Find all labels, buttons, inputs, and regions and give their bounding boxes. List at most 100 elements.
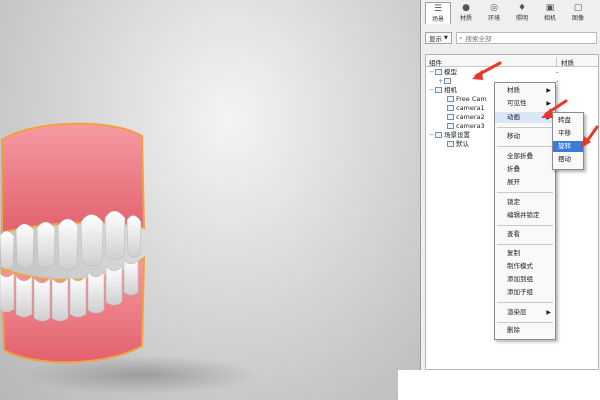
- tab-label: 材质: [459, 15, 472, 22]
- tree-row-default[interactable]: 默认: [447, 140, 469, 149]
- menu-item-label: 查看: [507, 230, 520, 238]
- menu-separator: [497, 127, 553, 128]
- menu-item-make-mode[interactable]: 制作模式: [495, 261, 555, 272]
- menu-item-label: 复制: [507, 249, 520, 257]
- menu-item-label: 渲染层: [507, 308, 527, 316]
- bulb-icon: ♦: [517, 3, 527, 13]
- material-value: -: [556, 77, 559, 85]
- tree-row-label: 相机: [444, 86, 457, 94]
- menu-item-label: 折叠: [507, 165, 520, 173]
- tree-row-scene-settings[interactable]: − 场景设置: [429, 131, 470, 140]
- column-header-name: 组件: [429, 59, 442, 67]
- tree-row-label: camera2: [456, 113, 485, 121]
- tab-scene[interactable]: ☰ 场景: [425, 2, 451, 24]
- menu-item-label: 编辑并锁定: [507, 211, 540, 219]
- tab-label: 场景: [431, 16, 444, 23]
- menu-item-collapse[interactable]: 折叠: [495, 164, 555, 175]
- tab-camera[interactable]: ▣ 相机: [537, 2, 563, 24]
- submenu-item-label: 平移: [558, 129, 571, 137]
- tree-row-camera3[interactable]: camera3: [447, 122, 485, 131]
- search-icon: ⌕: [458, 33, 463, 42]
- dental-model-image: [0, 122, 146, 364]
- menu-item-render-layer[interactable]: 渲染层 ▶: [495, 307, 555, 318]
- tree-row-cameras[interactable]: − 相机: [429, 86, 457, 95]
- menu-item-label: 删除: [507, 326, 520, 334]
- list-icon: ☰: [433, 4, 443, 14]
- menu-item-label: 动画: [507, 113, 520, 121]
- chevron-right-icon: ▶: [546, 87, 551, 94]
- menu-item-edit-lock[interactable]: 编辑并锁定: [495, 210, 555, 221]
- menu-item-label: 全部折叠: [507, 152, 533, 160]
- menu-separator: [497, 192, 553, 193]
- tree-row-label: camera3: [456, 122, 485, 130]
- tree-row-label: 默认: [456, 140, 469, 148]
- column-header-material: 材质: [556, 57, 574, 67]
- menu-item-lock[interactable]: 锁定: [495, 197, 555, 208]
- menu-item-add-subgroup[interactable]: 添加子组: [495, 287, 555, 298]
- menu-item-expand[interactable]: 展开: [495, 177, 555, 188]
- tree-row-camera2[interactable]: camera2: [447, 113, 485, 122]
- panel-tabs: ☰ 场景 ● 材质 ◎ 环境 ♦ 照明 ▣ 相机 ▢ 图像: [425, 2, 593, 24]
- menu-item-label: 锁定: [507, 198, 520, 206]
- tab-label: 图像: [571, 15, 584, 22]
- tab-label: 照明: [515, 15, 528, 22]
- tree-header: 组件 材质: [426, 55, 598, 67]
- menu-item-label: 移动: [507, 132, 520, 140]
- chevron-right-icon: ▶: [546, 309, 551, 316]
- submenu-item-label: 摆动: [558, 155, 571, 163]
- chevron-down-icon: ▼: [444, 35, 448, 41]
- menu-separator: [497, 302, 553, 303]
- tab-lighting[interactable]: ♦ 照明: [509, 2, 535, 24]
- blank-area: [398, 370, 600, 400]
- menu-item-label: 材质: [507, 86, 520, 94]
- 3d-viewport[interactable]: [0, 0, 420, 400]
- search-input[interactable]: ⌕ 搜索全部: [455, 32, 597, 44]
- image-icon: ▢: [573, 3, 583, 13]
- material-value: -: [556, 68, 559, 76]
- camera-icon: [447, 123, 454, 129]
- panel-toolbar: 显示 ▼ ⌕ 搜索全部: [425, 31, 597, 45]
- camera-icon: [447, 96, 454, 102]
- tree-row-camera1[interactable]: camera1: [447, 104, 485, 113]
- camera-icon: [447, 105, 454, 111]
- tab-environment[interactable]: ◎ 环境: [481, 2, 507, 24]
- menu-item-label: 添加到组: [507, 275, 533, 283]
- settings-icon: [435, 132, 442, 138]
- menu-item-add-to-group[interactable]: 添加到组: [495, 274, 555, 285]
- model-icon: [435, 69, 442, 75]
- annotation-arrow-1: [472, 61, 502, 80]
- tree-row-label: 模型: [444, 68, 457, 76]
- menu-item-label: 展开: [507, 178, 520, 186]
- display-dropdown[interactable]: 显示 ▼: [425, 32, 452, 44]
- context-menu: 材质 ▶ 可见性 ▶ 动画 ▶ 移动 全部折叠 折叠 展开 锁定 编辑并锁定 查看 复…: [494, 82, 556, 340]
- menu-item-material[interactable]: 材质 ▶: [495, 85, 555, 96]
- tree-row-label: Free Cam: [456, 95, 487, 103]
- camera-icon: [435, 87, 442, 93]
- menu-item-delete[interactable]: 删除: [495, 325, 555, 336]
- tab-material[interactable]: ● 材质: [453, 2, 479, 24]
- menu-item-move[interactable]: 移动: [495, 131, 555, 142]
- menu-separator: [497, 146, 553, 147]
- annotation-arrow-3: [581, 125, 599, 148]
- menu-item-label: 制作模式: [507, 262, 533, 270]
- tab-label: 相机: [543, 15, 556, 22]
- tree-row-label: 场景设置: [444, 131, 470, 139]
- search-placeholder: 搜索全部: [465, 35, 492, 43]
- tree-row-models[interactable]: − 模型: [429, 68, 457, 77]
- menu-separator: [497, 225, 553, 226]
- tab-label: 环境: [487, 15, 500, 22]
- submenu-item-label: 旋转: [558, 142, 571, 150]
- camera-icon: [447, 114, 454, 120]
- menu-item-view[interactable]: 查看: [495, 229, 555, 240]
- tree-row-free-cam[interactable]: Free Cam: [447, 95, 487, 104]
- menu-separator: [497, 322, 553, 323]
- menu-item-collapse-all[interactable]: 全部折叠: [495, 151, 555, 162]
- checkbox-icon[interactable]: [444, 78, 451, 84]
- camera-icon: ▣: [545, 3, 555, 13]
- person-icon: ●: [462, 3, 470, 13]
- tree-row-label: camera1: [456, 104, 485, 112]
- tab-image[interactable]: ▢ 图像: [565, 2, 591, 24]
- annotation-arrow-2: [541, 99, 568, 118]
- menu-item-copy[interactable]: 复制: [495, 248, 555, 259]
- submenu-item-swing[interactable]: 摆动: [553, 154, 583, 165]
